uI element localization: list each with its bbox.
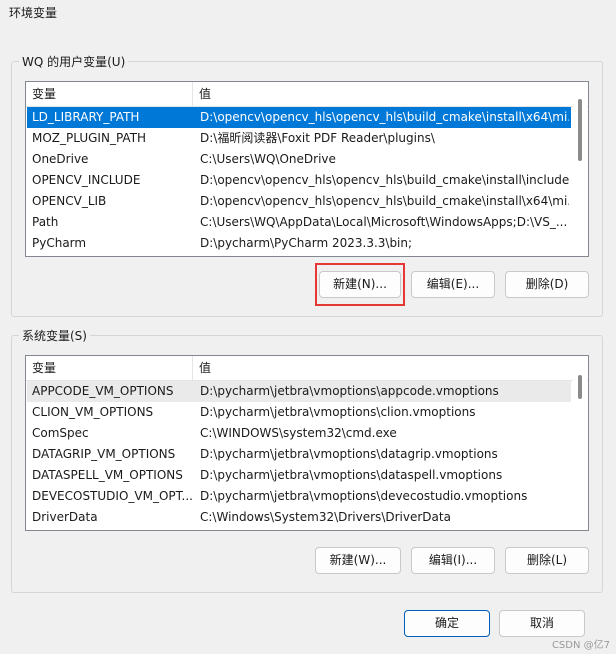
column-header-value[interactable]: 值 [193,356,588,380]
system-delete-button[interactable]: 删除(L) [505,547,589,574]
column-header-variable[interactable]: 变量 [26,82,193,106]
row-name: ComSpec [32,426,89,440]
watermark: CSDN @亿7 [551,640,610,651]
row-value: D:\pycharm\PyCharm 2023.3.3\bin; [200,236,413,250]
row-value: D:\opencv\opencv_hls\opencv_hls\build_cm… [200,110,569,124]
cancel-button[interactable]: 取消 [499,610,585,637]
row-name: Path [32,215,59,229]
user-row[interactable]: OPENCV_INCLUDE D:\opencv\opencv_hls\open… [27,170,571,191]
system-row[interactable]: DATAGRIP_VM_OPTIONS D:\pycharm\jetbra\vm… [27,444,571,465]
scrollbar-thumb[interactable] [578,375,582,399]
user-edit-button[interactable]: 编辑(E)... [411,271,495,298]
system-row[interactable]: CLION_VM_OPTIONS D:\pycharm\jetbra\vmopt… [27,402,571,423]
user-row[interactable]: LD_LIBRARY_PATH D:\opencv\opencv_hls\ope… [27,107,571,128]
user-row[interactable]: OPENCV_LIB D:\opencv\opencv_hls\opencv_h… [27,191,571,212]
window-title: 环境变量 [9,6,58,20]
system-new-button[interactable]: 新建(W)... [315,547,401,574]
row-name: OPENCV_LIB [32,194,107,208]
system-list-header: 变量 值 [26,356,588,381]
user-variables-list[interactable]: 变量 值 LD_LIBRARY_PATH D:\opencv\opencv_hl… [25,81,589,257]
row-name: OPENCV_INCLUDE [32,173,141,187]
system-row[interactable]: ComSpec C:\WINDOWS\system32\cmd.exe [27,423,571,444]
row-value: D:\pycharm\jetbra\vmoptions\clion.vmopti… [200,405,476,419]
user-variables-legend: WQ 的用户变量(U) [19,53,129,70]
user-list-header: 变量 值 [26,82,588,107]
system-row[interactable]: DEVECOSTUDIO_VM_OPT... D:\pycharm\jetbra… [27,486,571,507]
row-value: C:\Windows\System32\Drivers\DriverData [200,510,451,524]
row-name: MOZ_PLUGIN_PATH [32,131,147,145]
row-name: CLION_VM_OPTIONS [32,405,154,419]
row-name: DEVECOSTUDIO_VM_OPT... [32,489,192,503]
user-row[interactable]: MOZ_PLUGIN_PATH D:\福昕阅读器\Foxit PDF Reade… [27,128,571,149]
row-value: D:\福昕阅读器\Foxit PDF Reader\plugins\ [200,131,435,145]
row-name: PyCharm [32,236,87,250]
column-header-value[interactable]: 值 [193,82,588,106]
user-row[interactable]: OneDrive C:\Users\WQ\OneDrive [27,149,571,170]
user-row[interactable]: PyCharm D:\pycharm\PyCharm 2023.3.3\bin; [27,233,571,254]
user-delete-button[interactable]: 删除(D) [505,271,589,298]
user-list-scrollbar[interactable] [573,83,587,255]
row-value: C:\Users\WQ\AppData\Local\Microsoft\Wind… [200,215,568,229]
row-name: DATASPELL_VM_OPTIONS [32,468,183,482]
row-value: D:\pycharm\jetbra\vmoptions\dataspell.vm… [200,468,503,482]
system-variables-legend: 系统变量(S) [19,327,90,344]
row-name: DriverData [32,510,98,524]
row-name: DATAGRIP_VM_OPTIONS [32,447,176,461]
system-edit-button[interactable]: 编辑(I)... [411,547,495,574]
system-variables-list[interactable]: 变量 值 APPCODE_VM_OPTIONS D:\pycharm\jetbr… [25,355,589,531]
user-new-button[interactable]: 新建(N)... [319,271,401,298]
row-value: C:\Users\WQ\OneDrive [200,152,336,166]
title-bar: 环境变量 [0,0,616,26]
ok-button[interactable]: 确定 [404,610,490,637]
user-row[interactable]: Path C:\Users\WQ\AppData\Local\Microsoft… [27,212,571,233]
row-name: APPCODE_VM_OPTIONS [32,384,174,398]
system-row[interactable]: DATASPELL_VM_OPTIONS D:\pycharm\jetbra\v… [27,465,571,486]
system-row[interactable]: DriverData C:\Windows\System32\Drivers\D… [27,507,571,528]
scrollbar-thumb[interactable] [578,99,582,161]
row-value: C:\WINDOWS\system32\cmd.exe [200,426,397,440]
row-value: D:\opencv\opencv_hls\opencv_hls\build_cm… [200,173,569,187]
row-name: OneDrive [32,152,89,166]
row-value: D:\opencv\opencv_hls\opencv_hls\build_cm… [200,194,569,208]
row-value: D:\pycharm\jetbra\vmoptions\appcode.vmop… [200,384,499,398]
row-value: D:\pycharm\jetbra\vmoptions\devecostudio… [200,489,528,503]
system-row[interactable]: APPCODE_VM_OPTIONS D:\pycharm\jetbra\vmo… [27,381,571,402]
system-list-scrollbar[interactable] [573,357,587,529]
column-header-variable[interactable]: 变量 [26,356,193,380]
row-value: D:\pycharm\jetbra\vmoptions\datagrip.vmo… [200,447,498,461]
row-name: LD_LIBRARY_PATH [32,110,140,124]
